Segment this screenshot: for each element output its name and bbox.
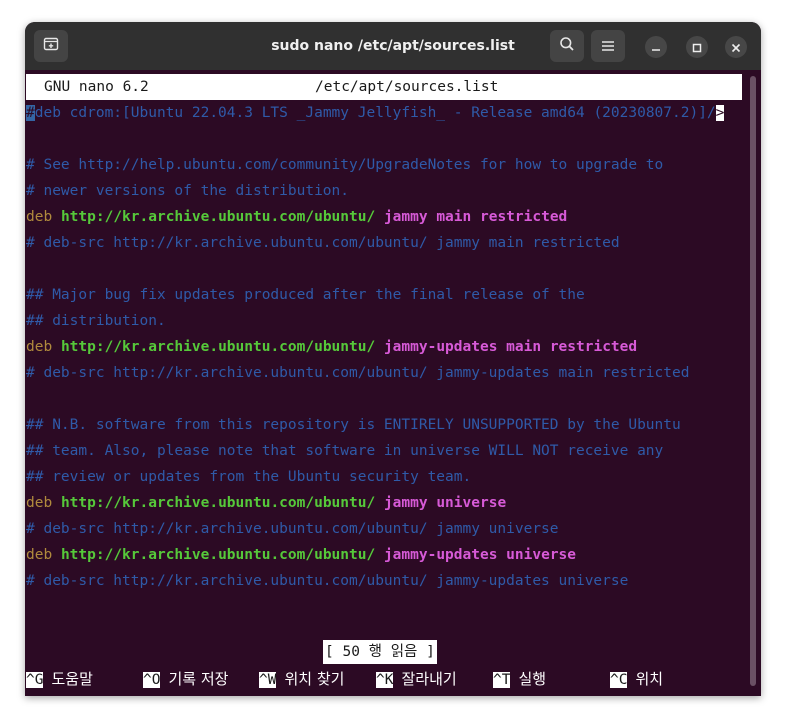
repo-components: jammy main restricted (383, 209, 568, 225)
editor-line: # deb-src http://kr.archive.ubuntu.com/u… (26, 360, 689, 386)
editor-line: deb http://kr.archive.ubuntu.com/ubuntu/… (26, 334, 637, 360)
editor-line: # deb-src http://kr.archive.ubuntu.com/u… (26, 568, 628, 594)
deb-keyword: deb (26, 495, 53, 511)
hamburger-menu-icon (601, 37, 615, 56)
comment-text: ## review or updates from the Ubuntu sec… (26, 469, 472, 485)
repo-components: jammy-updates universe (383, 547, 577, 563)
deb-keyword: deb (26, 209, 53, 225)
shortcut-item[interactable]: ^O 기록 저장 (143, 666, 228, 692)
shortcut-label: 위치 찾기 (284, 670, 345, 688)
shortcut-label: 실행 (518, 670, 547, 688)
scrollbar[interactable] (750, 76, 756, 686)
shortcut-item[interactable]: ^C 위치 (610, 666, 663, 692)
shortcut-key: ^W (259, 672, 277, 688)
editor-line: # newer versions of the distribution. (26, 178, 349, 204)
editor-line: # See http://help.ubuntu.com/community/U… (26, 152, 663, 178)
repo-url: http://kr.archive.ubuntu.com/ubuntu/ (60, 209, 376, 225)
close-icon (731, 38, 741, 57)
shortcut-item[interactable]: ^\바꾸기 (259, 692, 326, 696)
repo-url: http://kr.archive.ubuntu.com/ubuntu/ (60, 547, 376, 563)
shortcut-bar: ^G 도움말 ^O 기록 저장 ^W 위치 찾기 ^K 잘라내기 ^T 실행 ^C 위치 ^X나가기 ^R… (26, 666, 742, 696)
editor-line: deb http://kr.archive.ubuntu.com/ubuntu/… (26, 542, 576, 568)
comment-text: # deb-src http://kr.archive.ubuntu.com/u… (26, 573, 629, 589)
editor-line: # deb-src http://kr.archive.ubuntu.com/u… (26, 516, 559, 542)
comment-text: # deb-src http://kr.archive.ubuntu.com/u… (26, 235, 620, 251)
minimize-button[interactable] (645, 36, 667, 58)
shortcut-key: ^O (143, 672, 161, 688)
editor-line: ## Major bug fix updates produced after … (26, 282, 585, 308)
new-tab-icon (43, 36, 59, 56)
shortcut-item[interactable]: ^X나가기 (26, 692, 93, 696)
shortcut-key: ^K (376, 672, 394, 688)
line-text: deb cdrom:[Ubuntu 22.04.3 LTS _Jammy Jel… (34, 105, 716, 121)
editor-line: ## N.B. software from this repository is… (26, 412, 681, 438)
shortcut-item[interactable]: ^K 잘라내기 (376, 666, 457, 692)
shortcut-item[interactable]: ^/지정 행으로 (610, 692, 709, 696)
comment-text: ## distribution. (26, 313, 166, 329)
line-overflow-marker: > (715, 105, 725, 121)
editor-line: deb http://kr.archive.ubuntu.com/ubuntu/… (26, 204, 567, 230)
maximize-icon (692, 38, 702, 57)
search-icon (559, 36, 575, 56)
repo-url: http://kr.archive.ubuntu.com/ubuntu/ (60, 339, 376, 355)
editor-line: ## review or updates from the Ubuntu sec… (26, 464, 471, 490)
terminal-area[interactable]: GNU nano 6.2 /etc/apt/sources.list #deb … (25, 70, 761, 696)
shortcut-label: 위치 (635, 670, 664, 688)
shortcut-item[interactable]: ^J정렬 (493, 692, 546, 696)
nano-filename: /etc/apt/sources.list (315, 79, 499, 95)
comment-text: ## N.B. software from this repository is… (26, 417, 681, 433)
maximize-button[interactable] (686, 36, 708, 58)
editor-line: deb http://kr.archive.ubuntu.com/ubuntu/… (26, 490, 506, 516)
editor-line: #deb cdrom:[Ubuntu 22.04.3 LTS _Jammy Je… (26, 100, 725, 126)
comment-text: # newer versions of the distribution. (26, 183, 350, 199)
shortcut-key: ^T (493, 672, 511, 688)
minimize-icon (651, 38, 661, 57)
repo-url: http://kr.archive.ubuntu.com/ubuntu/ (60, 495, 376, 511)
titlebar: sudo nano /etc/apt/sources.list (25, 22, 761, 71)
editor-line: # deb-src http://kr.archive.ubuntu.com/u… (26, 230, 620, 256)
shortcut-label: 도움말 (51, 670, 93, 688)
shortcut-key: ^G (26, 672, 44, 688)
repo-components: jammy-updates main restricted (383, 339, 638, 355)
comment-text: # deb-src http://kr.archive.ubuntu.com/u… (26, 521, 559, 537)
shortcut-label: 기록 저장 (168, 670, 229, 688)
text-cursor: # (26, 105, 35, 121)
shortcut-item[interactable]: ^R파일 읽기 (143, 692, 228, 696)
close-button[interactable] (725, 36, 747, 58)
new-tab-button[interactable] (34, 30, 68, 62)
deb-keyword: deb (26, 339, 53, 355)
search-button[interactable] (550, 30, 584, 62)
shortcut-item[interactable]: ^T 실행 (493, 666, 546, 692)
shortcut-label: 잘라내기 (401, 670, 457, 688)
editor-line: ## team. Also, please note that software… (26, 438, 663, 464)
nano-header: GNU nano 6.2 /etc/apt/sources.list (26, 74, 742, 100)
deb-keyword: deb (26, 547, 53, 563)
shortcut-key: ^C (610, 672, 628, 688)
comment-text: ## team. Also, please note that software… (26, 443, 664, 459)
repo-components: jammy universe (383, 495, 507, 511)
menu-button[interactable] (591, 30, 625, 62)
comment-text: # See http://help.ubuntu.com/community/U… (26, 157, 664, 173)
shortcut-item[interactable]: ^G 도움말 (26, 666, 93, 692)
editor-line: ## distribution. (26, 308, 166, 334)
terminal-window: sudo nano /etc/apt/sources.list GNU nano… (25, 22, 761, 696)
shortcut-item[interactable]: ^U붙여넣기 (376, 692, 457, 696)
status-message: [ 50 행 읽음 ] (323, 640, 437, 664)
shortcut-item[interactable]: ^W 위치 찾기 (259, 666, 344, 692)
comment-text: # deb-src http://kr.archive.ubuntu.com/u… (26, 365, 690, 381)
nano-version: GNU nano 6.2 (44, 79, 149, 95)
comment-text: ## Major bug fix updates produced after … (26, 287, 585, 303)
